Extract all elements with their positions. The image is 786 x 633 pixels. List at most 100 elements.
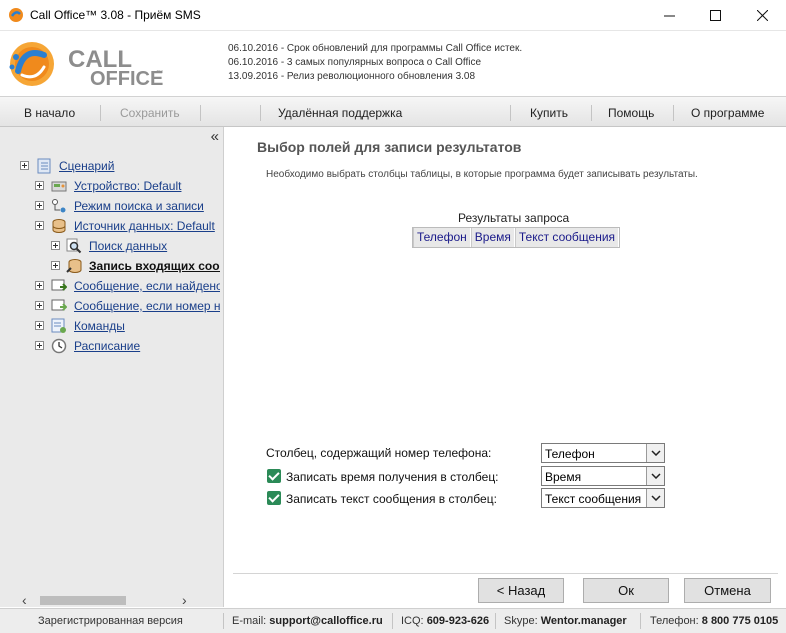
scroll-right-icon[interactable]: › (182, 593, 187, 607)
sidebar: « Сценарий Устройство: Default Режим пои… (0, 127, 224, 607)
text-checkbox[interactable] (267, 491, 281, 505)
back-button[interactable]: < Назад (478, 578, 564, 603)
tree-item-data-source[interactable]: Источник данных: Default (0, 217, 220, 235)
tree-item-label: Расписание (74, 339, 141, 353)
help-button[interactable]: Помощь (608, 106, 654, 120)
tree-item-label: Поиск данных (89, 239, 168, 253)
email-value[interactable]: support@calloffice.ru (269, 615, 382, 627)
toolbar-divider (591, 105, 592, 121)
toolbar-divider (673, 105, 674, 121)
title-bar: Call Office™ 3.08 - Приём SMS (0, 0, 786, 31)
chevron-down-icon (650, 450, 661, 456)
expand-icon[interactable] (35, 321, 44, 330)
tree-item-commands[interactable]: Команды (0, 317, 220, 335)
minimize-button[interactable] (646, 0, 692, 31)
time-column-label[interactable]: Записать время получения в столбец: (286, 470, 499, 484)
table-column-header[interactable]: Телефон (413, 228, 471, 247)
maximize-button[interactable] (692, 0, 738, 31)
tree-item-scenario[interactable]: Сценарий (0, 157, 220, 175)
dropdown-button[interactable] (646, 467, 664, 485)
message-found-icon (51, 279, 67, 291)
status-divider (640, 613, 641, 629)
expand-icon[interactable] (35, 281, 44, 290)
news-item[interactable]: 06.10.2016 - 3 самых популярных вопроса … (228, 56, 522, 70)
tree-item-incoming-record[interactable]: Запись входящих сообщений (0, 257, 220, 275)
table-column-header[interactable]: Текст сообщения (514, 228, 620, 247)
icq-value: 609-923-626 (426, 615, 490, 627)
close-button[interactable] (739, 0, 785, 31)
dropdown-button[interactable] (646, 444, 664, 462)
toolbar-divider (510, 105, 511, 121)
expand-icon[interactable] (35, 201, 44, 210)
phone-column-label: Столбец, содержащий номер телефона: (266, 446, 492, 460)
window-title: Call Office™ 3.08 - Приём SMS (30, 8, 201, 22)
news-item[interactable]: 06.10.2016 - Срок обновлений для програм… (228, 42, 522, 56)
tree-item-label: Источник данных: Default (74, 219, 215, 233)
table-column-header[interactable]: Время (470, 228, 515, 247)
icq-label: ICQ: (401, 615, 424, 627)
collapse-sidebar-icon[interactable]: « (211, 128, 219, 145)
remote-support-button[interactable]: Удалённая поддержка (278, 106, 402, 120)
save-button[interactable]: Сохранить (120, 106, 180, 120)
phone-contact: Телефон: 8 800 775 0105 (650, 615, 778, 627)
status-divider (495, 613, 496, 629)
toolbar-divider (200, 105, 201, 121)
tree-item-label: Режим поиска и записи (74, 199, 204, 213)
cancel-button[interactable]: Отмена (684, 578, 771, 603)
results-table-header: Телефон Время Текст сообщения (412, 227, 621, 248)
tree-item-message-not-found[interactable]: Сообщение, если номер не найден (0, 297, 220, 315)
text-column-select[interactable]: Текст сообщения (541, 488, 665, 508)
status-bar: Зарегистрированная версия E-mail: suppor… (0, 608, 786, 633)
time-checkbox[interactable] (267, 469, 281, 483)
ok-button[interactable]: Ок (583, 578, 669, 603)
expand-icon[interactable] (51, 241, 60, 250)
phone-label: Телефон: (650, 615, 699, 627)
skype-contact: Skype: Wentor.manager (504, 615, 627, 627)
page-description: Необходимо выбрать столбцы таблицы, в ко… (266, 169, 698, 180)
buy-button[interactable]: Купить (530, 106, 568, 120)
expand-icon[interactable] (20, 161, 29, 170)
about-button[interactable]: О программе (691, 106, 764, 120)
tree-item-label: Сообщение, если найдено (74, 279, 220, 293)
registration-status: Зарегистрированная версия (38, 615, 183, 627)
scenario-icon (37, 158, 51, 174)
expand-icon[interactable] (35, 341, 44, 350)
text-column-label[interactable]: Записать текст сообщения в столбец: (286, 492, 497, 506)
results-table-caption: Результаты запроса (458, 211, 570, 225)
status-divider (223, 613, 224, 629)
header: CALL OFFICE ™ 06.10.2016 - Срок обновлен… (0, 31, 786, 95)
icq-contact: ICQ: 609-923-626 (401, 615, 489, 627)
email-label: E-mail: (232, 615, 267, 627)
news-item[interactable]: 13.09.2016 - Релиз революционного обновл… (228, 70, 522, 84)
news-list: 06.10.2016 - Срок обновлений для програм… (228, 42, 522, 84)
select-value: Время (545, 470, 582, 484)
clock-icon (51, 338, 67, 354)
phone-column-select[interactable]: Телефон (541, 443, 665, 463)
expand-icon[interactable] (35, 221, 44, 230)
scrollbar-thumb[interactable] (40, 596, 126, 605)
select-value: Телефон (545, 447, 595, 461)
skype-value: Wentor.manager (540, 615, 627, 627)
home-button[interactable]: В начало (24, 106, 75, 120)
expand-icon[interactable] (35, 301, 44, 310)
tree-item-schedule[interactable]: Расписание (0, 337, 220, 355)
time-column-select[interactable]: Время (541, 466, 665, 486)
sidebar-horizontal-scrollbar[interactable]: ‹ › (0, 593, 210, 607)
skype-label: Skype: (504, 615, 538, 627)
tree-item-label: Сообщение, если номер не найден (74, 299, 220, 313)
tree-item-device[interactable]: Устройство: Default (0, 177, 220, 195)
database-icon (52, 219, 66, 233)
tree-item-data-search[interactable]: Поиск данных (0, 237, 220, 255)
dropdown-button[interactable] (646, 489, 664, 507)
toolbar: В начало Сохранить Удалённая поддержка К… (0, 96, 786, 127)
expand-icon[interactable] (35, 181, 44, 190)
svg-text:OFFICE: OFFICE (90, 68, 163, 90)
phone-value: 8 800 775 0105 (701, 615, 779, 627)
expand-icon[interactable] (51, 261, 60, 270)
tree-item-message-found[interactable]: Сообщение, если найдено (0, 277, 220, 295)
main-panel: Выбор полей для записи результатов Необх… (225, 127, 786, 607)
scroll-left-icon[interactable]: ‹ (22, 593, 27, 607)
tree-item-search-mode[interactable]: Режим поиска и записи (0, 197, 220, 215)
message-notfound-icon (51, 299, 67, 311)
tree-item-label: Команды (74, 319, 125, 333)
